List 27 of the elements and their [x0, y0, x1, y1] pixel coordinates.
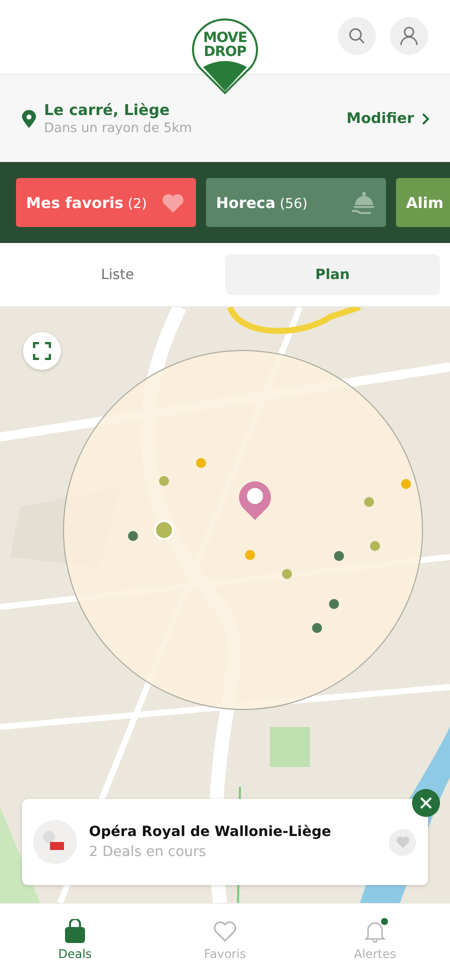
venue-name: Opéra Royal de Wallonie-Liège	[89, 824, 332, 840]
view-tab[interactable]: Liste	[10, 254, 225, 295]
search-icon	[348, 27, 366, 45]
deals-count: 2 Deals en cours	[89, 844, 208, 860]
nav-tab[interactable]: Deals	[0, 904, 150, 975]
category-chip[interactable]: Alim	[396, 178, 450, 227]
heart-icon	[212, 918, 238, 942]
search-button[interactable]	[338, 17, 376, 55]
view-tab[interactable]: Plan	[225, 254, 440, 295]
category-chip[interactable]: Horeca (56)	[206, 178, 386, 227]
close-icon	[420, 797, 432, 809]
favorite-button[interactable]	[389, 828, 416, 856]
cloche-icon	[350, 190, 376, 216]
heart-icon	[394, 834, 410, 850]
fullscreen-icon	[33, 342, 51, 360]
center-marker-icon	[238, 480, 272, 520]
category-chip[interactable]: Mes favoris (2)	[16, 178, 196, 227]
user-icon	[399, 26, 419, 46]
chevron-right-icon	[422, 112, 430, 124]
location-pin-icon	[22, 110, 36, 128]
profile-button[interactable]	[390, 17, 428, 55]
location-name: Le carré, Liège	[44, 101, 171, 119]
venue-logo	[33, 820, 77, 864]
venue-card[interactable]: Opéra Royal de Wallonie-Liège 2 Deals en cours	[22, 799, 428, 885]
radius-text: Dans un rayon de 5km	[44, 121, 193, 136]
bag-icon	[64, 918, 86, 942]
modify-link[interactable]: Modifier	[346, 110, 430, 126]
